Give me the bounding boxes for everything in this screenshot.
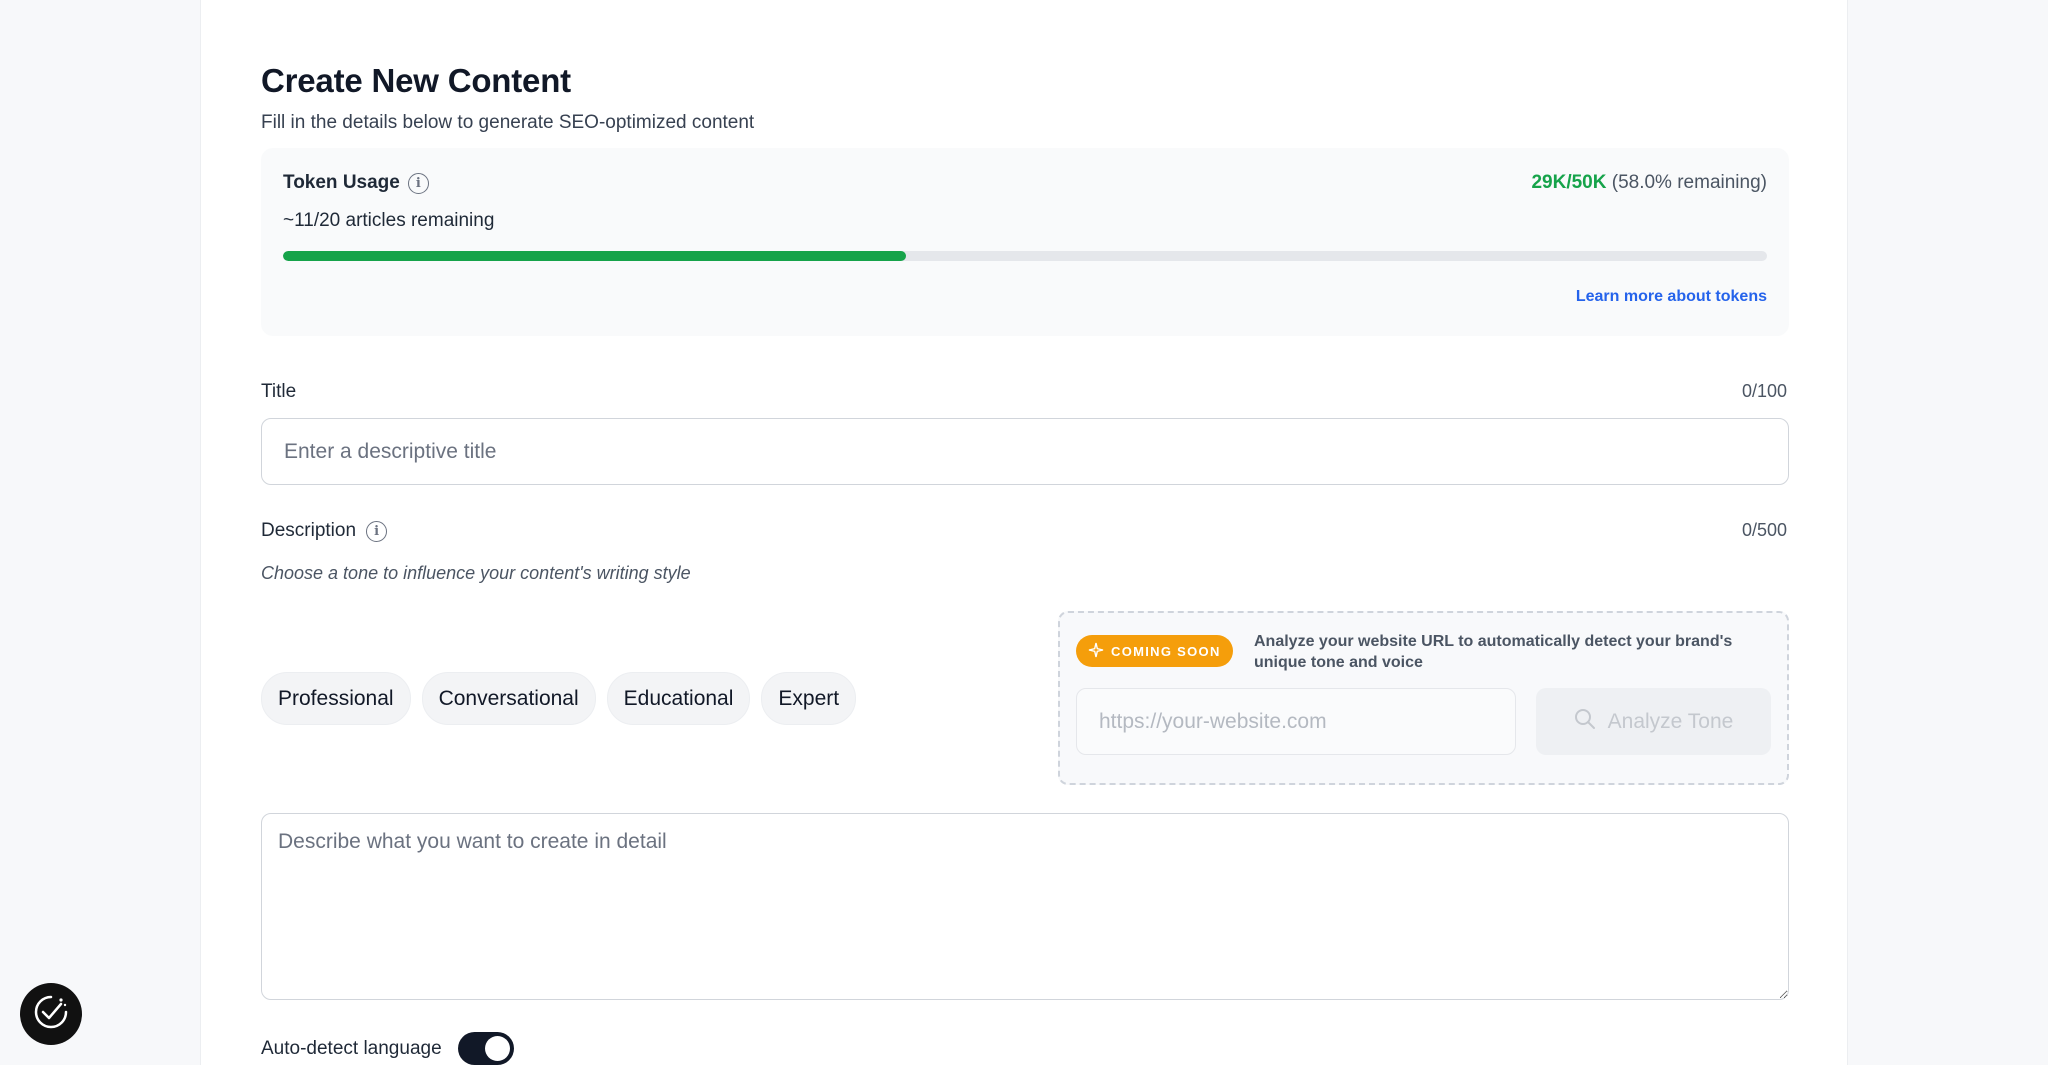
tone-analyzer-box: COMING SOON Analyze your website URL to … (1058, 611, 1789, 785)
tone-expert[interactable]: Expert (761, 672, 857, 725)
description-label-text: Description (261, 520, 357, 541)
auto-detect-label: Auto-detect language (261, 1037, 442, 1059)
token-count: 29K/50K (58.0% remaining) (1531, 172, 1767, 194)
page-title: Create New Content (261, 62, 571, 99)
analyzer-description: Analyze your website URL to automaticall… (1254, 633, 1733, 671)
learn-more-tokens-link[interactable]: Learn more about tokens (1576, 288, 1767, 306)
analyze-tone-button[interactable]: Analyze Tone (1536, 688, 1771, 755)
description-info-icon[interactable]: i (366, 520, 388, 542)
page-subtitle: Fill in the details below to generate SE… (261, 112, 755, 133)
tone-hint: Choose a tone to influence your content'… (261, 563, 691, 583)
analyze-tone-label: Analyze Tone (1607, 709, 1734, 733)
tone-professional[interactable]: Professional (261, 672, 411, 725)
tone-educational[interactable]: Educational (606, 672, 751, 725)
token-usage-panel: Token Usage i 29K/50K (58.0% remaining) … (261, 148, 1789, 336)
description-char-counter: 0/500 (1741, 520, 1787, 540)
auto-detect-toggle[interactable] (457, 1032, 514, 1065)
coming-soon-text: COMING SOON (1111, 643, 1221, 659)
toggle-knob (484, 1036, 510, 1061)
title-input[interactable] (261, 418, 1789, 485)
tone-options: Professional Conversational Educational … (261, 672, 857, 725)
token-remaining: (58.0% remaining) (1611, 172, 1767, 193)
description-textarea[interactable] (261, 813, 1789, 1000)
info-icon[interactable]: i (407, 172, 429, 194)
title-label-text: Title (261, 381, 297, 402)
token-used: 29K/50K (1531, 172, 1607, 193)
search-icon (1574, 708, 1596, 736)
tone-conversational[interactable]: Conversational (421, 672, 596, 725)
auto-detect-row: Auto-detect language (261, 1032, 514, 1065)
token-usage-heading: Token Usage i (283, 172, 429, 194)
coming-soon-badge: COMING SOON (1076, 635, 1233, 667)
articles-remaining: ~11/20 articles remaining (283, 210, 495, 231)
website-url-input[interactable] (1076, 688, 1516, 755)
title-label: Title (261, 381, 296, 403)
sparkle-icon (1088, 642, 1104, 661)
token-usage-label: Token Usage (283, 172, 400, 193)
token-progress-bar (283, 251, 1767, 261)
check-circle-icon (31, 992, 71, 1037)
description-label: Description i (261, 520, 388, 542)
title-char-counter: 0/100 (1741, 381, 1787, 401)
floating-assistant-button[interactable] (20, 983, 82, 1045)
token-progress-fill (283, 251, 907, 261)
content-form-card: Create New Content Fill in the details b… (200, 0, 1848, 1065)
